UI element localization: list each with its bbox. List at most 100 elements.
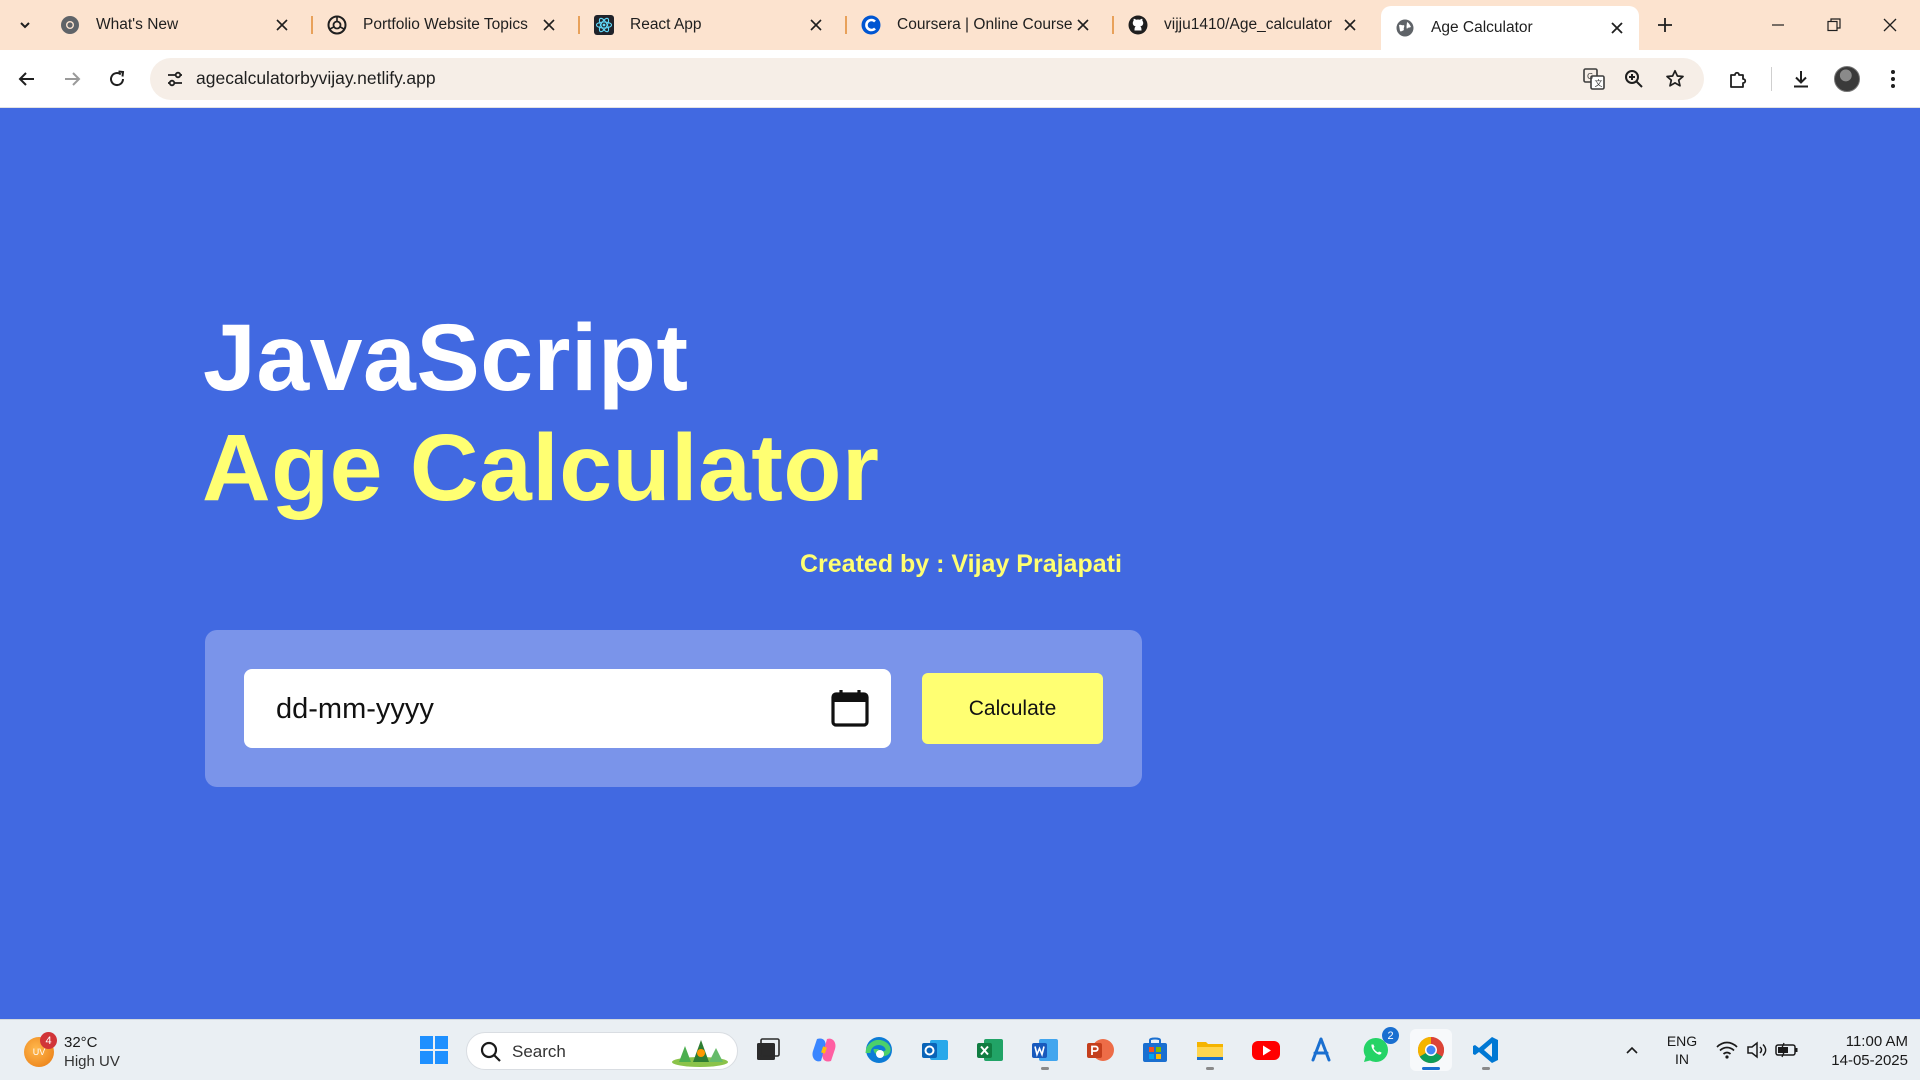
- reload-icon: [110, 70, 125, 87]
- globe-icon: [1396, 19, 1414, 37]
- react-icon: [594, 15, 614, 35]
- battery-icon[interactable]: [1775, 1038, 1799, 1062]
- tab-portfolio-topics[interactable]: Portfolio Website Topics: [313, 6, 571, 44]
- word-icon: [1032, 1039, 1058, 1061]
- minimize-button[interactable]: [1750, 0, 1806, 50]
- system-clock[interactable]: 11:00 AM 14-05-2025: [1808, 1032, 1908, 1070]
- address-bar[interactable]: agecalculatorbyvijay.netlify.app G文: [150, 58, 1704, 100]
- puzzle-icon: [1730, 71, 1747, 88]
- search-icon: [480, 1041, 501, 1062]
- vscode-button[interactable]: [1465, 1029, 1507, 1071]
- show-hidden-icons-button[interactable]: [1620, 1038, 1644, 1062]
- calculate-button[interactable]: Calculate: [922, 673, 1103, 744]
- taskbar-search[interactable]: Search: [466, 1032, 738, 1070]
- profile-button[interactable]: [1830, 62, 1864, 96]
- weather-condition: High UV: [64, 1053, 120, 1070]
- arrow-right-icon: [65, 72, 81, 86]
- tab-title: Age Calculator: [1431, 19, 1533, 36]
- powerpoint-icon: [1087, 1039, 1114, 1061]
- weather-widget[interactable]: UV 4 32°C High UV: [22, 1030, 142, 1072]
- chrome-button[interactable]: [1410, 1029, 1452, 1071]
- excel-button[interactable]: [969, 1029, 1011, 1071]
- forward-button[interactable]: [55, 62, 89, 96]
- whatsapp-button[interactable]: 2: [1355, 1027, 1399, 1071]
- file-explorer-button[interactable]: [1189, 1029, 1231, 1071]
- language-indicator[interactable]: ENG IN: [1664, 1032, 1700, 1068]
- avatar: [1834, 66, 1860, 92]
- date-placeholder: dd-mm-yyyy: [276, 693, 434, 725]
- tab-react-app[interactable]: React App: [580, 6, 838, 44]
- close-icon[interactable]: [539, 15, 559, 35]
- extensions-button[interactable]: [1721, 62, 1755, 96]
- calculator-card: dd-mm-yyyy Calculate: [205, 630, 1142, 787]
- birth-date-input[interactable]: dd-mm-yyyy: [244, 669, 891, 748]
- browser-toolbar: agecalculatorbyvijay.netlify.app G文: [0, 50, 1920, 108]
- author-credit: Created by : Vijay Prajapati: [800, 550, 1122, 578]
- close-icon[interactable]: [1073, 15, 1093, 35]
- toolbar-divider: [1771, 67, 1772, 91]
- back-button[interactable]: [10, 62, 44, 96]
- task-view-button[interactable]: [747, 1029, 789, 1071]
- weather-temperature: 32°C: [64, 1034, 98, 1051]
- menu-button[interactable]: [1876, 62, 1910, 96]
- chevron-up-icon: [1626, 1046, 1638, 1054]
- tab-strip: What's New Portfolio Website Topics Reac…: [0, 0, 1920, 50]
- copilot-icon: [812, 1038, 836, 1062]
- powerpoint-button[interactable]: [1079, 1029, 1121, 1071]
- chrome-icon: [1417, 1036, 1445, 1064]
- clock-time: 11:00 AM: [1845, 1033, 1908, 1050]
- close-icon: [1883, 18, 1897, 32]
- word-button[interactable]: [1024, 1029, 1066, 1071]
- tab-github-repo[interactable]: vijju1410/Age_calculator: [1114, 6, 1372, 44]
- reload-button[interactable]: [100, 62, 134, 96]
- weather-badge: 4: [40, 1032, 57, 1049]
- running-indicator: [1482, 1067, 1490, 1070]
- wifi-icon[interactable]: [1715, 1038, 1739, 1062]
- windows-taskbar: UV 4 32°C High UV Search 2 ENG IN 11:00 …: [0, 1019, 1920, 1080]
- running-indicator: [1041, 1067, 1049, 1070]
- translate-icon[interactable]: G文: [1581, 66, 1607, 92]
- edge-button[interactable]: [858, 1029, 900, 1071]
- restore-button[interactable]: [1806, 0, 1862, 50]
- tab-title: Coursera | Online Courses: [897, 16, 1073, 33]
- tab-title: vijju1410/Age_calculator: [1164, 16, 1333, 33]
- edge-icon: [865, 1037, 892, 1063]
- page-subtitle: Age Calculator: [202, 415, 880, 521]
- zoom-icon[interactable]: [1621, 66, 1647, 92]
- close-icon[interactable]: [272, 15, 292, 35]
- calendar-icon[interactable]: [829, 687, 871, 729]
- github-icon: [1128, 15, 1148, 35]
- app-store-button[interactable]: [1300, 1029, 1342, 1071]
- tab-search-button[interactable]: [10, 10, 40, 40]
- folder-icon: [1197, 1042, 1223, 1060]
- store-button[interactable]: [1134, 1029, 1176, 1071]
- tab-age-calculator[interactable]: Age Calculator: [1381, 6, 1639, 50]
- excel-icon: [977, 1039, 1003, 1061]
- outlook-icon: [922, 1040, 948, 1060]
- tab-coursera[interactable]: Coursera | Online Courses: [847, 6, 1105, 44]
- close-icon[interactable]: [1607, 18, 1627, 38]
- volume-icon[interactable]: [1745, 1038, 1769, 1062]
- bookmark-star-icon[interactable]: [1662, 66, 1688, 92]
- start-button[interactable]: [413, 1029, 455, 1071]
- vscode-icon: [1473, 1037, 1498, 1063]
- task-view-icon: [757, 1038, 780, 1060]
- close-window-button[interactable]: [1862, 0, 1918, 50]
- coursera-icon: [861, 15, 881, 35]
- chrome-icon: [61, 16, 79, 34]
- copilot-button[interactable]: [803, 1029, 845, 1071]
- search-label: Search: [512, 1042, 566, 1061]
- tab-title: What's New: [96, 16, 179, 33]
- site-info-icon[interactable]: [162, 66, 188, 92]
- tab-whats-new[interactable]: What's New: [46, 6, 304, 44]
- outlook-button[interactable]: [914, 1029, 956, 1071]
- close-icon[interactable]: [1340, 15, 1360, 35]
- app-store-icon: [1311, 1037, 1331, 1062]
- close-icon[interactable]: [806, 15, 826, 35]
- svg-text:G: G: [1587, 72, 1593, 81]
- new-tab-button[interactable]: [1651, 11, 1679, 39]
- youtube-icon: [1252, 1041, 1280, 1060]
- page-title: JavaScript: [203, 305, 689, 411]
- youtube-button[interactable]: [1245, 1029, 1287, 1071]
- downloads-button[interactable]: [1784, 62, 1818, 96]
